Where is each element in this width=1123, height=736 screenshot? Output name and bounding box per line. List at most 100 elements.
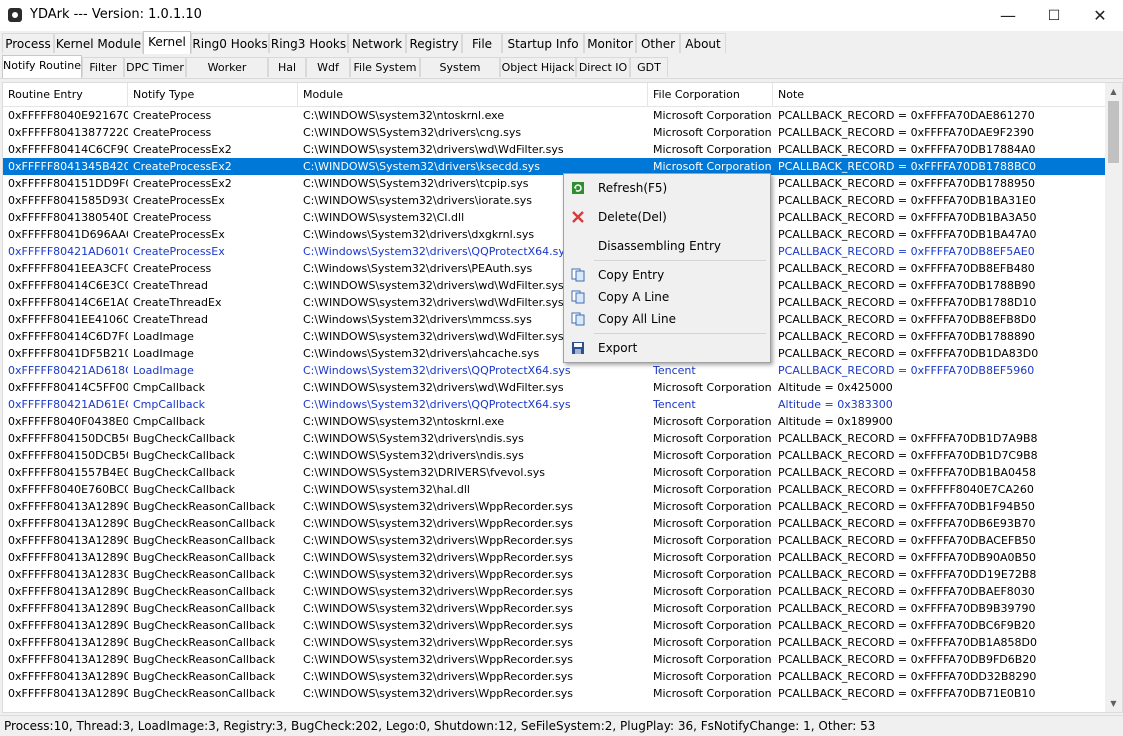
- note-cell: PCALLBACK_RECORD = 0xFFFFA70DAE861270: [778, 109, 1035, 122]
- table-row[interactable]: 0xFFFFF80413A12890 BugCheckReasonCallback…: [3, 685, 1106, 702]
- tab-process[interactable]: Process: [2, 33, 54, 53]
- routine-entry-cell: 0xFFFFF80421AD61EC: [8, 398, 128, 411]
- table-row[interactable]: 0xFFFFF80413A12890 BugCheckReasonCallback…: [3, 549, 1106, 566]
- subtab-hal[interactable]: Hal: [268, 57, 306, 77]
- menu-delete[interactable]: Delete(Del): [564, 206, 770, 228]
- menu-copy-entry[interactable]: Copy Entry: [564, 264, 770, 286]
- tab-kernel-module[interactable]: Kernel Module: [54, 33, 143, 53]
- scroll-up-icon[interactable]: ▲: [1105, 83, 1122, 100]
- maximize-button[interactable]: ☐: [1031, 0, 1077, 31]
- subtab-object-hijack[interactable]: Object Hijack: [500, 57, 576, 77]
- menu-export[interactable]: Export: [564, 337, 770, 359]
- table-row[interactable]: 0xFFFFF80413A12890 BugCheckReasonCallback…: [3, 583, 1106, 600]
- table-row[interactable]: 0xFFFFF804150DCB50 BugCheckCallback C:\WIN…: [3, 430, 1106, 447]
- table-row[interactable]: 0xFFFFF80414C6E3C0 CreateThread C:\WINDOWS…: [3, 277, 1106, 294]
- menu-copy-entry-label: Copy Entry: [598, 268, 665, 282]
- table-row[interactable]: 0xFFFFF80413877220 CreateProcess C:\WINDOW…: [3, 124, 1106, 141]
- table-row[interactable]: 0xFFFFF80413A12830 BugCheckReasonCallback…: [3, 566, 1106, 583]
- module-cell: C:\WINDOWS\system32\drivers\WppRecorder.…: [303, 602, 573, 615]
- table-row[interactable]: 0xFFFFF804151DD9F0 CreateProcessEx2 C:\WIN…: [3, 175, 1106, 192]
- module-cell: C:\WINDOWS\system32\ntoskrnl.exe: [303, 415, 505, 428]
- note-cell: PCALLBACK_RECORD = 0xFFFFA70DB1F94B50: [778, 500, 1035, 513]
- menu-refresh[interactable]: Refresh(F5): [564, 177, 770, 199]
- routine-entry-cell: 0xFFFFF80413A12890: [8, 517, 128, 530]
- tab-registry[interactable]: Registry: [406, 33, 462, 53]
- table-row[interactable]: 0xFFFFF8041585D930 CreateProcessEx C:\WIND…: [3, 192, 1106, 209]
- table-row[interactable]: 0xFFFFF80421AD601C CreateProcessEx C:\Wind…: [3, 243, 1106, 260]
- menu-copy-all[interactable]: Copy All Line: [564, 308, 770, 330]
- routine-entry-cell: 0xFFFFF8041585D930: [8, 194, 128, 207]
- menu-disassemble[interactable]: Disassembling Entry: [564, 235, 770, 257]
- tab-ring3-hooks[interactable]: Ring3 Hooks: [269, 33, 348, 53]
- table-row[interactable]: 0xFFFFF80421AD618C LoadImage C:\Windows\Sy…: [3, 362, 1106, 379]
- table-row[interactable]: 0xFFFFF80421AD61EC CmpCallback C:\Windows\…: [3, 396, 1106, 413]
- note-cell: PCALLBACK_RECORD = 0xFFFFA70DBAEF8030: [778, 585, 1035, 598]
- minimize-button[interactable]: —: [985, 0, 1031, 31]
- table-row[interactable]: 0xFFFFF80414C6D7F0 LoadImage C:\WINDOWS\sy…: [3, 328, 1106, 345]
- table-row[interactable]: 0xFFFFF8041380540D CreateProcess C:\WINDOW…: [3, 209, 1106, 226]
- note-cell: PCALLBACK_RECORD = 0xFFFFA70DB6E93B70: [778, 517, 1036, 530]
- tab-kernel[interactable]: Kernel: [143, 31, 191, 54]
- tab-other[interactable]: Other: [636, 33, 680, 53]
- subtab-filter[interactable]: Filter: [82, 57, 124, 77]
- subtab-direct-io[interactable]: Direct IO: [576, 57, 630, 77]
- note-cell: PCALLBACK_RECORD = 0xFFFFA70DAE9F2390: [778, 126, 1035, 139]
- note-cell: PCALLBACK_RECORD = 0xFFFFA70DB8EFB8D0: [778, 313, 1037, 326]
- column-module[interactable]: Module: [298, 83, 648, 106]
- table-row[interactable]: 0xFFFFF8041557B4E0 BugCheckCallback C:\WIN…: [3, 464, 1106, 481]
- table-row[interactable]: 0xFFFFF80413A12890 BugCheckReasonCallback…: [3, 498, 1106, 515]
- table-row[interactable]: 0xFFFFF80413A12890 BugCheckReasonCallback…: [3, 634, 1106, 651]
- table-row[interactable]: 0xFFFFF8041EE41060 CreateThread C:\Windows…: [3, 311, 1106, 328]
- menu-copy-line[interactable]: Copy A Line: [564, 286, 770, 308]
- table-row[interactable]: 0xFFFFF8040E921670 CreateProcess C:\WINDOW…: [3, 107, 1106, 124]
- routine-entry-cell: 0xFFFFF8040F0438E0: [8, 415, 128, 428]
- note-cell: PCALLBACK_RECORD = 0xFFFFA70DB9B39790: [778, 602, 1036, 615]
- table-row[interactable]: 0xFFFFF80413A12890 BugCheckReasonCallback…: [3, 651, 1106, 668]
- copy-icon: [571, 290, 585, 304]
- tab-ring0-hooks[interactable]: Ring0 Hooks: [191, 33, 269, 53]
- tab-startup-info[interactable]: Startup Info: [502, 33, 584, 53]
- module-cell: C:\WINDOWS\system32\drivers\WppRecorder.…: [303, 517, 573, 530]
- table-row[interactable]: 0xFFFFF804150DCB50 BugCheckCallback C:\WIN…: [3, 447, 1106, 464]
- subtab-wdf[interactable]: Wdf: [306, 57, 350, 77]
- tab-monitor[interactable]: Monitor: [584, 33, 636, 53]
- table-row[interactable]: 0xFFFFF8041D696AA0 CreateProcessEx C:\Wind…: [3, 226, 1106, 243]
- table-row[interactable]: 0xFFFFF8041DF5B210 LoadImage C:\Windows\Sy…: [3, 345, 1106, 362]
- column-note[interactable]: Note: [773, 83, 1106, 106]
- table-row[interactable]: 0xFFFFF8040F0438E0 CmpCallback C:\WINDOWS\…: [3, 413, 1106, 430]
- subtab-dpc-timer[interactable]: DPC Timer: [124, 57, 186, 77]
- subtab-notify-routine[interactable]: Notify Routine: [2, 55, 82, 78]
- table-row[interactable]: 0xFFFFF80413A12890 BugCheckReasonCallback…: [3, 600, 1106, 617]
- subtab-system-debug[interactable]: System Debug: [420, 57, 500, 94]
- module-cell: C:\WINDOWS\System32\drivers\ndis.sys: [303, 432, 524, 445]
- vertical-scrollbar[interactable]: ▲ ▼: [1105, 83, 1122, 712]
- table-row[interactable]: 0xFFFFF80414C6CF90 CreateProcessEx2 C:\WIN…: [3, 141, 1106, 158]
- table-row[interactable]: 0xFFFFF80413A12890 BugCheckReasonCallback…: [3, 617, 1106, 634]
- scroll-down-icon[interactable]: ▼: [1105, 695, 1122, 712]
- scrollbar-thumb[interactable]: [1108, 101, 1119, 163]
- table-row[interactable]: 0xFFFFF8041EEA3CF0 CreateProcess C:\Window…: [3, 260, 1106, 277]
- tab-about[interactable]: About: [680, 33, 726, 53]
- table-row[interactable]: 0xFFFFF80414C6E1A0 CreateThreadEx C:\WINDO…: [3, 294, 1106, 311]
- table-row[interactable]: 0xFFFFF80413A12890 BugCheckReasonCallback…: [3, 532, 1106, 549]
- close-button[interactable]: ✕: [1077, 0, 1123, 31]
- table-row[interactable]: 0xFFFFF80413A12890 BugCheckReasonCallback…: [3, 515, 1106, 532]
- column-routine-entry[interactable]: Routine Entry: [3, 83, 128, 106]
- column-notify-type[interactable]: Notify Type: [128, 83, 298, 106]
- table-row[interactable]: 0xFFFFF80413A12890 BugCheckReasonCallback…: [3, 668, 1106, 685]
- file-corporation-cell: Microsoft Corporation: [653, 687, 772, 700]
- table-row[interactable]: 0xFFFFF8040E760BC0 BugCheckCallback C:\WIN…: [3, 481, 1106, 498]
- module-cell: C:\WINDOWS\system32\drivers\WppRecorder.…: [303, 687, 573, 700]
- subtab-file-system[interactable]: File System: [350, 57, 420, 77]
- subtab-worker-thread[interactable]: Worker Thread: [186, 57, 268, 94]
- column-file-corporation[interactable]: File Corporation: [648, 83, 773, 106]
- module-cell: C:\Windows\System32\drivers\QQProtectX64…: [303, 398, 571, 411]
- tab-network[interactable]: Network: [348, 33, 406, 53]
- table-row[interactable]: 0xFFFFF80414C5FF00 CmpCallback C:\WINDOWS\…: [3, 379, 1106, 396]
- notify-type-cell: BugCheckCallback: [133, 466, 236, 479]
- routine-entry-cell: 0xFFFFF80413A12890: [8, 619, 128, 632]
- subtab-gdt[interactable]: GDT: [630, 57, 668, 77]
- tab-file[interactable]: File: [462, 33, 502, 53]
- table-row[interactable]: 0xFFFFF8041345B420 CreateProcessEx2 C:\WIN…: [3, 158, 1106, 175]
- routine-entry-cell: 0xFFFFF8041D696AA0: [8, 228, 128, 241]
